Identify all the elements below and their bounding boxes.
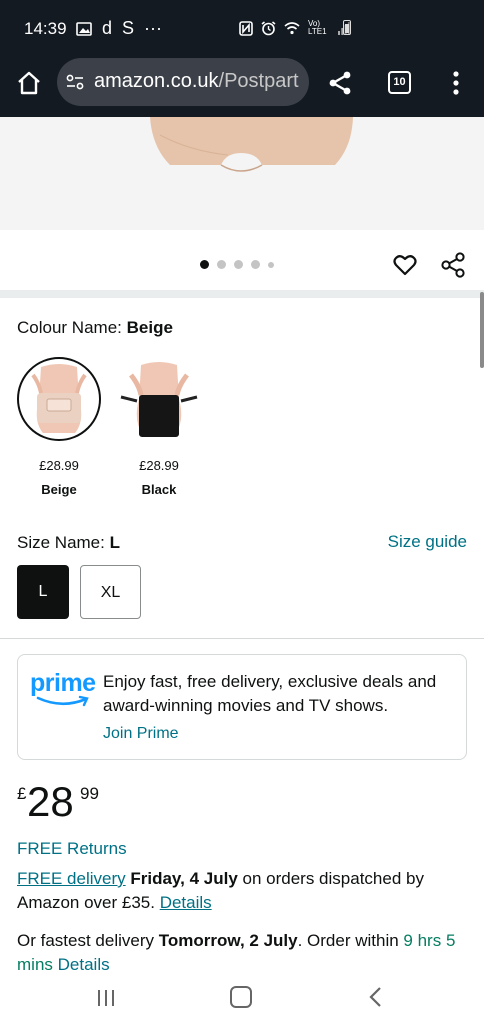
fastest-details-link[interactable]: Details [58,955,110,971]
prime-logo: prime [30,669,96,709]
product-image-graphic [150,117,353,172]
price-fraction: 99 [80,784,99,803]
browser-toolbar: amazon.co.uk/Postpart 10 [0,58,484,117]
site-settings-icon[interactable] [66,74,84,90]
join-prime-link[interactable]: Join Prime [103,725,179,743]
alarm-icon [261,20,276,35]
home-nav-icon[interactable] [230,986,252,1008]
share-icon[interactable] [327,70,353,96]
fastest-delivery-message: Or fastest delivery Tomorrow, 2 July. Or… [17,929,467,971]
colour-option-price: £28.99 [39,458,79,473]
colour-option-price: £28.99 [139,458,179,473]
product-share-icon[interactable] [439,251,467,279]
carousel-dot[interactable] [217,260,226,269]
size-option-l[interactable]: L [17,565,69,619]
status-notification-icons: d S ··· [76,18,162,39]
section-divider [0,290,484,298]
price-whole: 28 [27,778,74,825]
carousel-dot[interactable] [268,261,274,268]
battery-icon [343,20,351,35]
address-bar[interactable]: amazon.co.uk/Postpart [57,58,309,106]
size-label: Size Name: L [17,533,120,553]
tab-switcher-button[interactable]: 10 [388,71,411,94]
colour-swatch-beige[interactable] [17,357,101,441]
status-system-icons: Vo) LTE1 [239,20,350,36]
size-guide-link[interactable]: Size guide [388,532,467,552]
gallery-icon [76,21,92,36]
url-path: /Postpart [218,70,299,92]
fastest-date: Tomorrow, 2 July [158,931,298,950]
overflow-menu-icon[interactable] [446,70,466,96]
size-selected-value: L [109,533,120,552]
black-product-thumbnail [118,358,200,440]
status-time: 14:39 [24,19,67,38]
url-domain: amazon.co.uk [94,70,219,92]
notification-glyph-s: S [122,18,135,38]
size-option-xl[interactable]: XL [80,565,141,619]
home-icon[interactable] [16,70,42,96]
wifi-icon [284,21,300,34]
back-icon[interactable] [366,986,386,1008]
delivery-details-link[interactable]: Details [160,893,212,912]
colour-option-name: Beige [41,482,77,497]
colour-label: Colour Name: Beige [17,318,173,338]
delivery-message: FREE delivery Friday, 4 July on orders d… [17,867,467,915]
colour-label-text: Colour Name: [17,318,122,337]
colour-swatch-black[interactable] [117,357,201,441]
fastest-prefix: Or fastest delivery [17,931,154,950]
carousel-dots [200,260,274,269]
more-notifications-icon: ··· [144,18,163,38]
status-bar: 14:39 d S ··· Vo) LTE1 [0,0,484,58]
url-text[interactable]: amazon.co.uk/Postpart [94,70,304,93]
colour-option-name: Black [141,482,177,497]
prime-message: Enjoy fast, free delivery, exclusive dea… [103,672,437,715]
beige-product-thumbnail [21,361,97,437]
carousel-dot[interactable] [234,260,243,269]
size-label-text: Size Name: [17,533,105,552]
delivery-date: Friday, 4 July [130,869,238,888]
nfc-icon [239,20,253,36]
carousel-dot[interactable] [200,260,209,269]
prime-promo-card[interactable]: prime Enjoy fast, free delivery, exclusi… [17,654,467,760]
notification-glyph-d: d [102,18,113,38]
free-delivery-link[interactable]: FREE delivery [17,869,126,888]
price-currency: £ [17,784,27,803]
system-navigation-bar [0,972,484,1024]
section-divider [0,638,484,639]
recent-apps-icon[interactable] [95,988,117,1008]
network-type-label: Vo) LTE1 [308,19,327,36]
wishlist-heart-icon[interactable] [392,252,418,278]
prime-logo-text: prime [30,669,96,697]
free-returns-link[interactable]: FREE Returns [17,839,127,859]
product-image[interactable] [0,117,484,230]
carousel-dot[interactable] [251,260,260,269]
order-within-text: . Order within [297,931,399,950]
page-scrollbar[interactable] [480,292,484,368]
colour-selected-value: Beige [126,318,173,337]
prime-smile-icon [36,695,89,707]
